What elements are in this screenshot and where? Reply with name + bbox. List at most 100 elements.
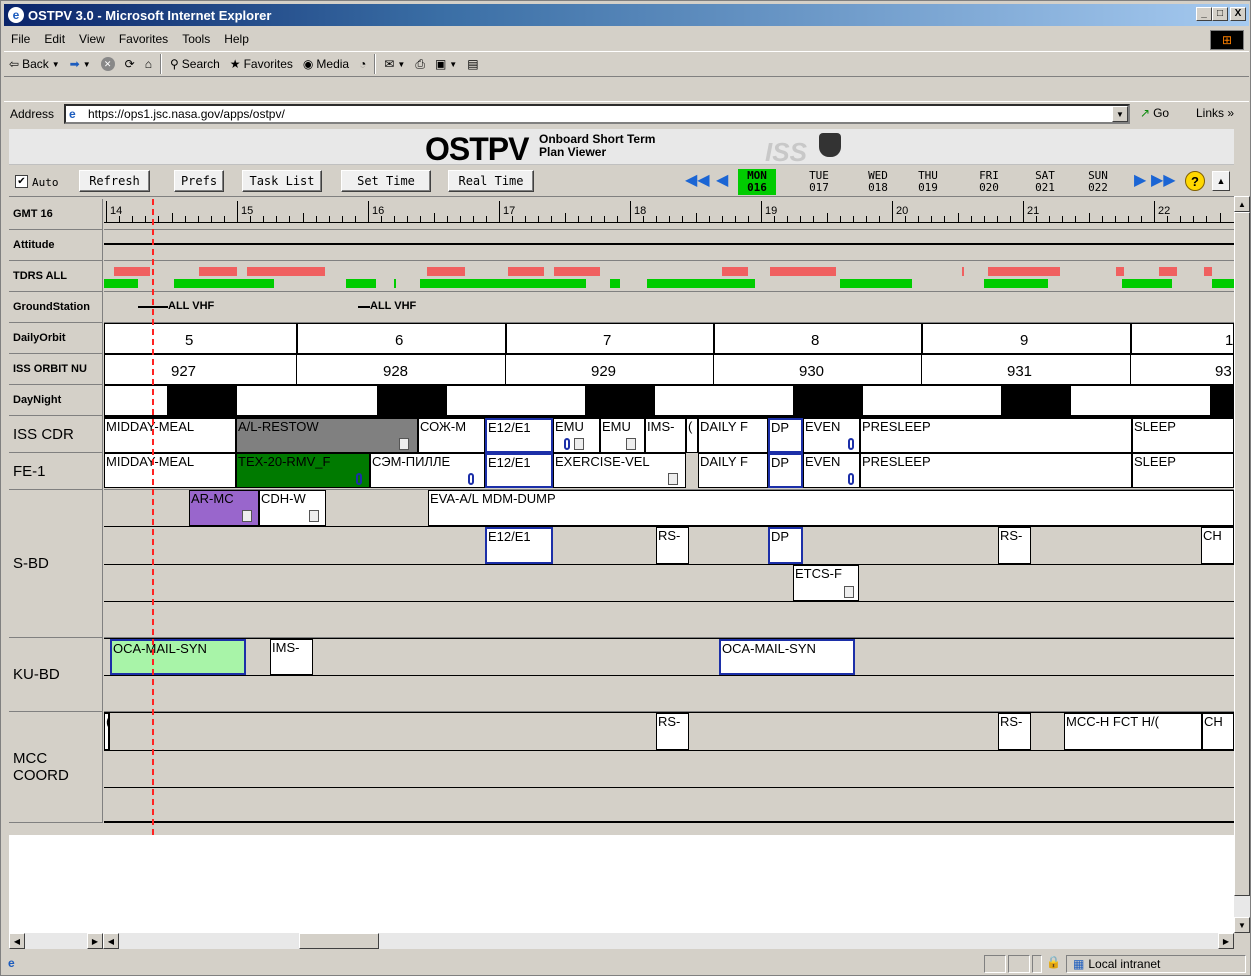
home-button[interactable]: ⌂ xyxy=(140,57,157,71)
activity-block[interactable]: MIDDAY-MEAL xyxy=(104,418,236,453)
scroll-down-icon[interactable]: ▼ xyxy=(1234,917,1250,933)
day-sun[interactable]: SUN 022 xyxy=(1079,169,1117,195)
menu-help[interactable]: Help xyxy=(217,32,256,46)
activity-block[interactable]: OCA-MAIL-SYN xyxy=(110,639,246,675)
print-button[interactable]: ⎙ xyxy=(410,57,430,72)
iss-orbit-cell: 928 xyxy=(383,363,409,380)
iss-orbit-cell: 930 xyxy=(799,363,825,380)
activity-block[interactable]: IMS- xyxy=(270,639,313,675)
activity-block[interactable]: RS- xyxy=(656,527,689,564)
scroll-left-icon[interactable]: ◀ xyxy=(9,933,25,949)
tdrs-red-segment xyxy=(199,267,237,276)
search-button[interactable]: ⚲ Search xyxy=(165,57,225,71)
day-wed[interactable]: WED 018 xyxy=(859,169,897,195)
prefs-button[interactable]: Prefs xyxy=(174,170,224,192)
activity-block[interactable]: OCA-MAIL-SYN xyxy=(719,639,855,675)
forward-button[interactable]: ➡ ▼ xyxy=(65,57,96,71)
activity-block[interactable]: E12/E1 xyxy=(485,418,553,453)
activity-block[interactable]: CH xyxy=(1201,527,1234,564)
activity-block[interactable]: IMS- xyxy=(645,418,686,453)
activity-block[interactable]: MCC-H FCT H/( xyxy=(1064,713,1202,750)
favorites-button[interactable]: ★ Favorites xyxy=(225,57,298,71)
activity-block[interactable]: EXERCISE-VEL xyxy=(553,453,686,488)
activity-block[interactable]: EMU xyxy=(600,418,645,453)
activity-block[interactable]: E12/E1 xyxy=(485,527,553,564)
activity-block[interactable]: DAILY F xyxy=(698,453,768,488)
activity-block[interactable]: PRESLEEP xyxy=(860,453,1132,488)
activity-block[interactable]: CH xyxy=(1202,713,1234,750)
activity-block[interactable]: MIDDAY-MEAL xyxy=(104,453,236,488)
refresh-browser-button[interactable]: ⟳ xyxy=(120,57,140,71)
mail-button[interactable]: ✉ ▼ xyxy=(379,57,410,71)
next-day-icon[interactable]: ▶ xyxy=(1134,173,1146,189)
orbit-divider xyxy=(713,324,715,355)
gmt-baseline xyxy=(104,222,1234,223)
close-button[interactable]: X xyxy=(1230,7,1246,21)
maximize-button[interactable]: □ xyxy=(1212,7,1228,21)
menu-file[interactable]: File xyxy=(4,32,37,46)
help-icon[interactable]: ? xyxy=(1185,171,1205,191)
set-time-button[interactable]: Set Time xyxy=(341,170,431,192)
vertical-scrollbar[interactable]: ▲ ▼ xyxy=(1234,196,1250,933)
activity-block[interactable]: PRESLEEP xyxy=(860,418,1132,453)
real-time-button[interactable]: Real Time xyxy=(448,170,534,192)
day-tue[interactable]: TUE 017 xyxy=(800,169,838,195)
menu-tools[interactable]: Tools xyxy=(175,32,217,46)
next-week-icon[interactable]: ▶▶ xyxy=(1151,173,1176,189)
day-mon[interactable]: MON 016 xyxy=(738,169,776,195)
activity-block[interactable]: A/L-RESTOW xyxy=(236,418,418,453)
activity-block[interactable]: RS- xyxy=(998,713,1031,750)
scroll-up-icon[interactable]: ▲ xyxy=(1234,196,1250,212)
address-input[interactable]: e https://ops1.jsc.nasa.gov/apps/ostpv/ … xyxy=(64,104,1130,124)
prev-day-icon[interactable]: ◀ xyxy=(716,173,728,189)
activity-block[interactable]: СОЖ-М xyxy=(418,418,485,453)
day-fri[interactable]: FRI 020 xyxy=(970,169,1008,195)
note-icon xyxy=(242,510,252,522)
activity-block[interactable]: E12/E1 xyxy=(485,453,553,488)
minimize-button[interactable]: _ xyxy=(1196,7,1212,21)
history-button[interactable]: ◔ xyxy=(354,57,371,71)
day-thu[interactable]: THU 019 xyxy=(909,169,947,195)
go-button[interactable]: ↗ Go xyxy=(1140,106,1169,120)
activity-block[interactable]: ( xyxy=(104,713,110,750)
stop-button[interactable]: ✕ xyxy=(96,57,120,71)
activity-block[interactable]: EVA-A/L MDM-DUMP xyxy=(428,490,1234,526)
activity-block[interactable]: DAILY F xyxy=(698,418,768,453)
activity-block[interactable]: RS- xyxy=(998,527,1031,564)
task-list-button[interactable]: Task List xyxy=(242,170,322,192)
address-dropdown-icon[interactable]: ▼ xyxy=(1112,106,1128,122)
horizontal-scroll-thumb[interactable] xyxy=(299,933,379,949)
horizontal-scrollbar[interactable]: ◀ ▶ ◀ ▶ xyxy=(9,933,1234,949)
edit-button[interactable]: ▣ ▼ xyxy=(430,57,462,71)
night-segment xyxy=(585,386,655,417)
vertical-scroll-thumb[interactable] xyxy=(1234,212,1250,896)
auto-checkbox[interactable]: ✔ xyxy=(15,175,28,188)
activity-block[interactable]: ( xyxy=(686,418,698,453)
activity-block[interactable]: DP xyxy=(768,527,803,564)
menu-favorites[interactable]: Favorites xyxy=(112,32,175,46)
row-label-tdrs: TDRS ALL xyxy=(9,261,103,292)
menu-view[interactable]: View xyxy=(72,32,112,46)
day-sat[interactable]: SAT 021 xyxy=(1026,169,1064,195)
activity-block[interactable]: DP xyxy=(768,453,803,488)
tdrs-red-segment xyxy=(114,267,150,276)
collapse-icon[interactable]: ▲ xyxy=(1212,171,1230,191)
scroll-right-icon[interactable]: ▶ xyxy=(1218,933,1234,949)
refresh-button[interactable]: Refresh xyxy=(79,170,150,192)
media-button[interactable]: ◉ Media xyxy=(298,57,354,71)
menu-edit[interactable]: Edit xyxy=(37,32,72,46)
scroll-right-icon[interactable]: ▶ xyxy=(87,933,103,949)
scroll-left-icon[interactable]: ◀ xyxy=(103,933,119,949)
links-button[interactable]: Links » xyxy=(1196,106,1234,120)
activity-block[interactable]: RS- xyxy=(656,713,689,750)
hour-tick xyxy=(630,201,631,223)
tdrs-red-segment xyxy=(1159,267,1177,276)
activity-block[interactable]: SLEEP xyxy=(1132,418,1234,453)
discuss-button[interactable]: ▤ xyxy=(462,57,483,71)
activity-block[interactable]: TEX-20-RMV_F xyxy=(236,453,370,488)
prev-week-icon[interactable]: ◀◀ xyxy=(685,173,710,189)
hour-tick-label: 22 xyxy=(1158,205,1171,217)
back-button[interactable]: ⇦ Back ▼ xyxy=(4,57,65,71)
activity-block[interactable]: SLEEP xyxy=(1132,453,1234,488)
activity-block[interactable]: DP xyxy=(768,418,803,453)
